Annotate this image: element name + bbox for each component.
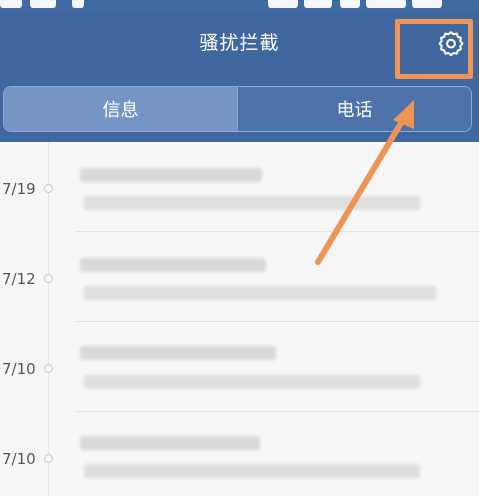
tab-calls[interactable]: 电话 [237,87,471,131]
list-item[interactable]: 7/10 [0,322,479,412]
status-glyph [366,0,406,8]
snippet-redacted [84,286,436,300]
status-glyph [268,0,298,8]
sender-redacted [80,346,276,360]
tab-bar: 信息 电话 [3,86,472,132]
settings-button[interactable] [429,26,473,62]
status-glyph [30,0,56,8]
item-date: 7/10 [2,360,36,378]
timeline-dot [44,454,53,463]
page-title: 骚扰拦截 [199,32,280,54]
snippet-redacted [84,464,420,478]
message-list: 7/19 7/12 7/10 7/10 [0,142,479,496]
timeline-dot [44,274,53,283]
timeline-dot [44,364,53,373]
sender-redacted [80,258,266,272]
list-item[interactable]: 7/19 [0,142,479,232]
tab-messages[interactable]: 信息 [4,87,237,131]
item-date: 7/12 [2,270,36,288]
status-glyph [0,0,22,8]
status-glyph [304,0,332,8]
list-item[interactable]: 7/12 [0,232,479,322]
sender-redacted [80,436,260,450]
timeline-dot [44,184,53,193]
list-item[interactable]: 7/10 [0,412,479,496]
sender-redacted [80,168,262,182]
status-glyph [72,0,84,8]
item-date: 7/10 [2,450,36,468]
snippet-redacted [84,375,420,389]
snippet-redacted [84,196,420,210]
status-bar [0,0,479,12]
status-glyph [340,0,360,8]
status-glyph [412,0,442,8]
app-header: 骚扰拦截 信息 电话 [0,0,479,142]
gear-icon [438,31,464,57]
item-date: 7/19 [2,180,36,198]
